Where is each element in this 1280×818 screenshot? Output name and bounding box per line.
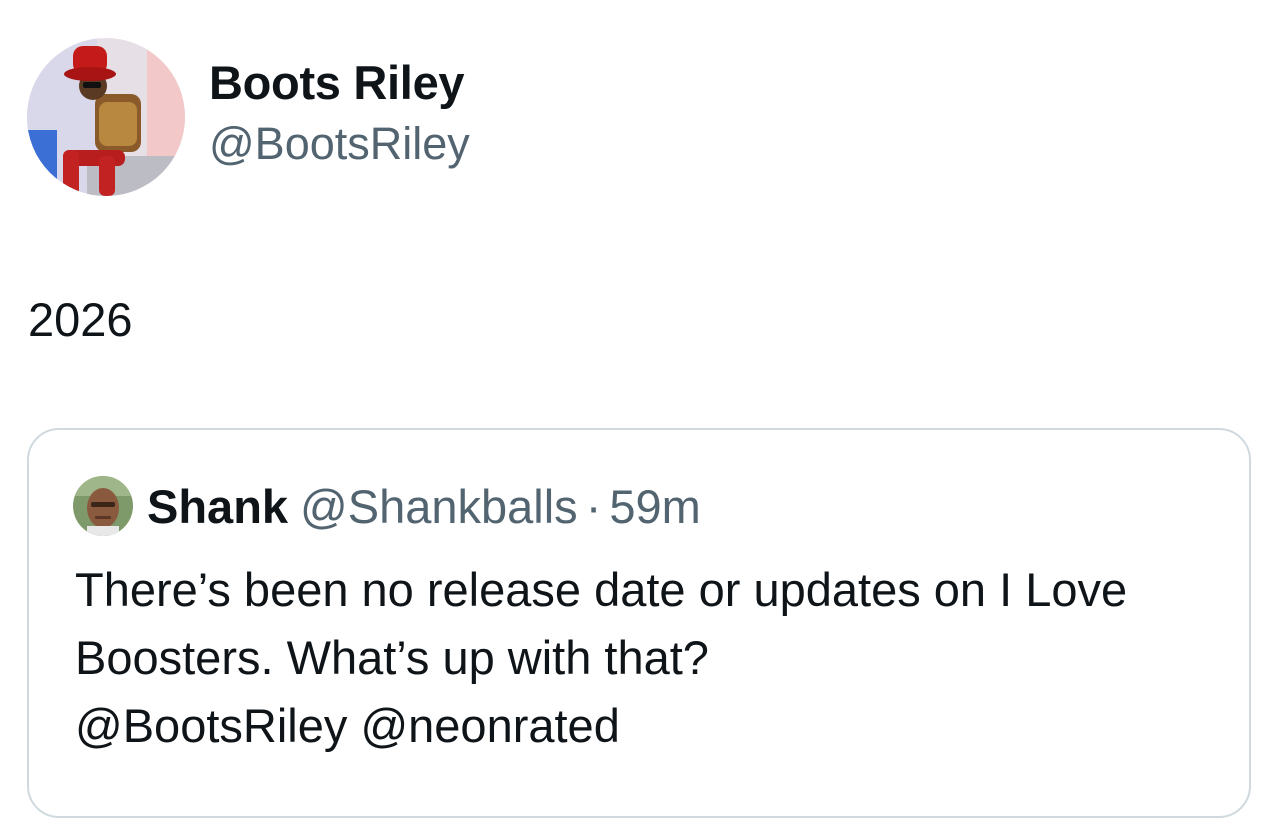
author-avatar-image xyxy=(27,38,185,196)
quoted-tweet-text: There’s been no release date or updates … xyxy=(75,556,1195,760)
mention-neonrated[interactable]: @neonrated xyxy=(360,699,619,752)
tweet-author: Boots Riley @BootsRiley xyxy=(27,38,470,196)
quoted-author-handle[interactable]: @Shankballs xyxy=(300,479,578,534)
quoted-tweet-card[interactable]: Shank @Shankballs · 59m There’s been no … xyxy=(27,428,1251,818)
quoted-avatar-image xyxy=(73,476,133,536)
quoted-separator-dot: · xyxy=(585,479,602,533)
tweet-text: 2026 xyxy=(28,293,133,346)
quoted-author-name[interactable]: Shank xyxy=(147,479,288,534)
mention-bootsriley[interactable]: @BootsRiley xyxy=(75,699,347,752)
author-handle[interactable]: @BootsRiley xyxy=(209,116,470,172)
author-display-name[interactable]: Boots Riley xyxy=(209,54,470,112)
quoted-tweet-body: There’s been no release date or updates … xyxy=(75,563,1128,684)
author-avatar[interactable] xyxy=(27,38,185,196)
quoted-timestamp[interactable]: 59m xyxy=(609,479,700,534)
quoted-tweet-header: Shank @Shankballs · 59m xyxy=(73,476,701,536)
quoted-author-avatar[interactable] xyxy=(73,476,133,536)
